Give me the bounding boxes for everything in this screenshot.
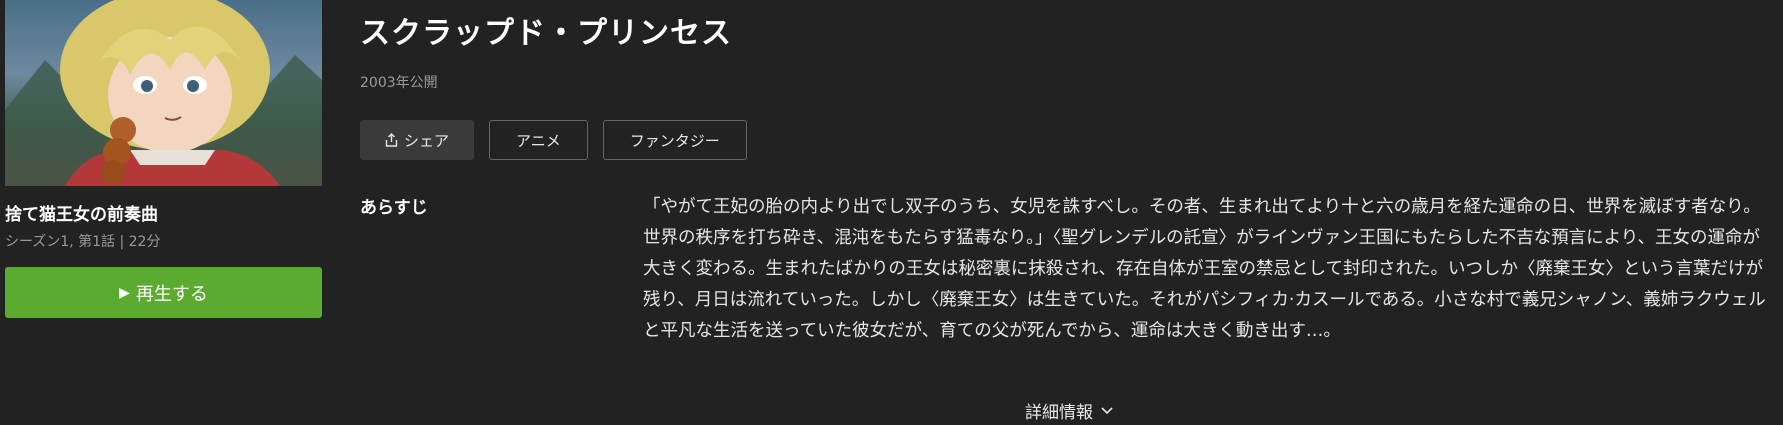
- tag-fantasy[interactable]: ファンタジー: [602, 120, 747, 160]
- episode-meta: シーズン1, 第1話 | 22分: [5, 234, 161, 250]
- release-year: 2003年公開: [360, 75, 438, 91]
- episode-thumbnail[interactable]: [5, 0, 322, 186]
- synopsis-label: あらすじ: [360, 198, 428, 218]
- play-button-label: 再生する: [135, 283, 208, 305]
- episode-panel: 捨て猫王女の前奏曲 シーズン1, 第1話 | 22分 ▶ 再生する: [5, 0, 322, 318]
- details-label: 詳細情報: [1025, 403, 1093, 423]
- series-title: スクラップド・プリンセス: [360, 16, 732, 51]
- play-icon: ▶: [119, 284, 130, 301]
- details-toggle[interactable]: 詳細情報: [1025, 398, 1113, 423]
- synopsis-text: 「やがて王妃の胎の内より出でし双子のうち、女児を誅すべし。その者、生まれ出てより…: [643, 197, 1766, 341]
- episode-title: 捨て猫王女の前奏曲: [5, 205, 158, 225]
- share-label: シェア: [404, 131, 450, 150]
- tag-row: シェア アニメ ファンタジー: [360, 120, 1770, 160]
- chevron-down-icon: [1101, 406, 1113, 414]
- share-button[interactable]: シェア: [360, 120, 475, 160]
- play-button[interactable]: ▶ 再生する: [5, 267, 322, 318]
- tag-anime[interactable]: アニメ: [489, 120, 588, 160]
- share-icon: [385, 133, 398, 147]
- series-info: スクラップド・プリンセス 2003年公開 シェア アニメ ファンタジー: [360, 0, 1770, 160]
